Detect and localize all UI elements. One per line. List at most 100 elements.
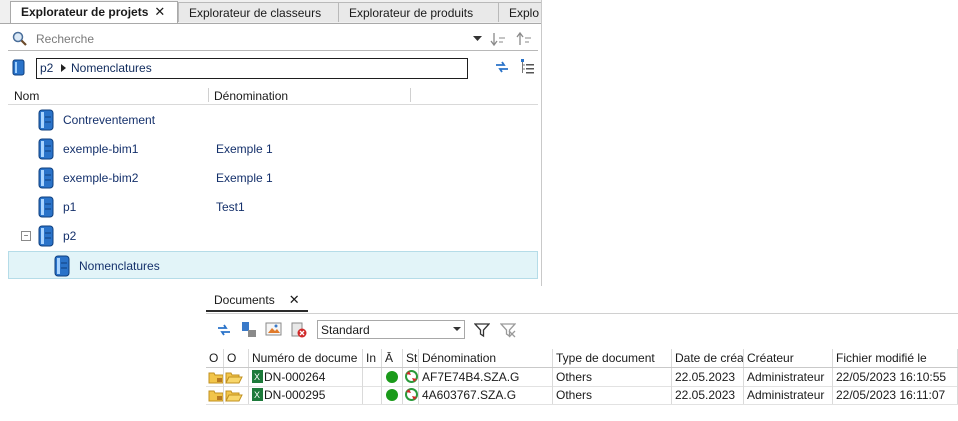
status-green-icon	[382, 386, 403, 404]
tree-item-denomination: Exemple 1	[216, 171, 273, 185]
tab-label: Explorateur de produits	[349, 6, 474, 20]
project-icon	[38, 196, 54, 218]
tree-row[interactable]: Contreventement	[8, 106, 538, 134]
breadcrumb-segment[interactable]: p2	[40, 61, 53, 76]
cell-type: Others	[553, 368, 672, 386]
svg-text:X: X	[254, 372, 260, 382]
tree-row[interactable]: exemple-bim1 Exemple 1	[8, 135, 538, 163]
cell-denomination: 4A603767.SZA.G	[419, 386, 553, 404]
tree-row[interactable]: p1 Test1	[8, 193, 538, 221]
table-row[interactable]: X DN-000295 4A603767.SZA.G Others 22.05.2023…	[206, 386, 958, 405]
tab-documents[interactable]: Documents ✕	[206, 288, 308, 312]
cell-creator: Administrateur	[744, 386, 833, 404]
clear-filter-icon[interactable]	[500, 322, 516, 338]
status-green-icon	[382, 368, 403, 386]
tab-explorateur-produits[interactable]: Explorateur de produits	[338, 2, 508, 22]
column-header[interactable]: In	[363, 349, 382, 367]
document-number-text: DN-000295	[264, 388, 326, 402]
chevron-right-icon[interactable]	[61, 64, 67, 72]
tree-item-denomination: Exemple 1	[216, 142, 273, 156]
svg-text:X: X	[254, 390, 260, 400]
column-header[interactable]: Type de document	[553, 349, 672, 367]
column-divider[interactable]	[208, 88, 209, 102]
column-header[interactable]: Numéro de docume	[249, 349, 363, 367]
document-number: X DN-000295	[249, 386, 363, 404]
view-select[interactable]: Standard	[317, 320, 465, 339]
column-header[interactable]: O	[224, 349, 249, 367]
breadcrumb[interactable]: p2 Nomenclatures	[36, 58, 468, 79]
tab-explorateur-more[interactable]: Explo	[498, 2, 541, 22]
column-divider[interactable]	[410, 88, 411, 102]
project-icon	[38, 138, 54, 160]
project-icon	[38, 167, 54, 189]
sync-status-icon	[403, 386, 419, 404]
tab-label: Documents	[214, 293, 275, 307]
table-row[interactable]: X DN-000264 AF7E74B4.SZA.G Others 22.05.2023…	[206, 368, 958, 387]
tab-label: Explo	[509, 6, 540, 20]
search-row[interactable]: Recherche	[8, 28, 538, 51]
column-header[interactable]: Créateur	[744, 349, 833, 367]
project-icon	[38, 109, 54, 131]
delete-document-icon[interactable]	[290, 321, 308, 339]
tree-item-denomination: Test1	[216, 200, 245, 214]
tree-item-name: exemple-bim1	[63, 142, 139, 156]
tab-label: Explorateur de projets	[21, 5, 149, 19]
open-folder-icon	[224, 386, 249, 404]
column-header[interactable]: St	[403, 349, 419, 367]
tree-column-header: Nom Dénomination	[8, 86, 538, 105]
tree-row[interactable]: Nomenclatures	[8, 251, 538, 279]
column-header[interactable]: Fichier modifié le	[833, 349, 958, 367]
path-row: p2 Nomenclatures	[8, 56, 538, 82]
tree-item-name: exemple-bim2	[63, 171, 139, 185]
tree-item-name: Contreventement	[63, 113, 156, 127]
filter-icon[interactable]	[474, 322, 490, 338]
cell-date: 22.05.2023	[672, 368, 744, 386]
tab-label: Explorateur de classeurs	[189, 6, 322, 20]
sort-descending-icon[interactable]	[490, 31, 506, 47]
cell-modified: 22/05/2023 16:11:07	[833, 386, 958, 404]
tree-options-icon[interactable]	[518, 58, 536, 76]
column-header[interactable]: O	[206, 349, 224, 367]
column-header[interactable]: Dénomination	[419, 349, 553, 367]
open-folder-icon	[224, 368, 249, 386]
cell-date: 22.05.2023	[672, 386, 744, 404]
document-link-icon[interactable]	[240, 321, 258, 339]
view-select-value: Standard	[321, 323, 370, 337]
tab-explorateur-projets[interactable]: Explorateur de projets ✕	[10, 1, 178, 23]
breadcrumb-segment[interactable]: Nomenclatures	[71, 61, 152, 76]
search-icon	[12, 31, 27, 46]
sync-icon[interactable]	[215, 322, 233, 338]
empty-cell	[363, 368, 382, 386]
explorer-tabbar: Explorateur de projets ✕ Explorateur de c…	[0, 0, 541, 24]
tree-row[interactable]: exemple-bim2 Exemple 1	[8, 164, 538, 192]
locked-folder-icon	[206, 386, 224, 404]
close-icon[interactable]: ✕	[154, 4, 165, 19]
sync-status-icon	[403, 368, 419, 386]
column-header-name[interactable]: Nom	[14, 89, 39, 103]
tree-item-name: p1	[63, 200, 77, 214]
close-icon[interactable]: ✕	[289, 292, 300, 307]
locked-folder-icon	[206, 368, 224, 386]
project-icon	[38, 225, 54, 247]
empty-cell	[363, 386, 382, 404]
project-explorer-pane: Explorateur de projets ✕ Explorateur de c…	[0, 0, 542, 288]
column-header-denomination[interactable]: Dénomination	[214, 89, 288, 103]
column-header[interactable]: Ā	[382, 349, 403, 367]
cell-type: Others	[553, 386, 672, 404]
search-placeholder: Recherche	[36, 32, 95, 46]
tab-explorateur-classeurs[interactable]: Explorateur de classeurs	[178, 2, 348, 22]
chevron-down-icon[interactable]	[473, 36, 482, 42]
chevron-down-icon	[453, 327, 461, 331]
tree-item-name: Nomenclatures	[79, 259, 160, 273]
collapse-icon[interactable]: −	[21, 231, 31, 241]
documents-pane: Documents ✕ Standard O O Numéro de docume In…	[206, 286, 958, 421]
cell-denomination: AF7E74B4.SZA.G	[419, 368, 553, 386]
column-header[interactable]: Date de créa	[672, 349, 744, 367]
sync-icon[interactable]	[493, 59, 511, 75]
cell-modified: 22/05/2023 16:10:55	[833, 368, 958, 386]
sort-ascending-icon[interactable]	[516, 31, 532, 47]
document-number: X DN-000264	[249, 368, 363, 386]
image-document-icon[interactable]	[265, 321, 283, 339]
tree-item-name: p2	[63, 229, 77, 243]
tree-row[interactable]: − p2	[8, 222, 538, 250]
